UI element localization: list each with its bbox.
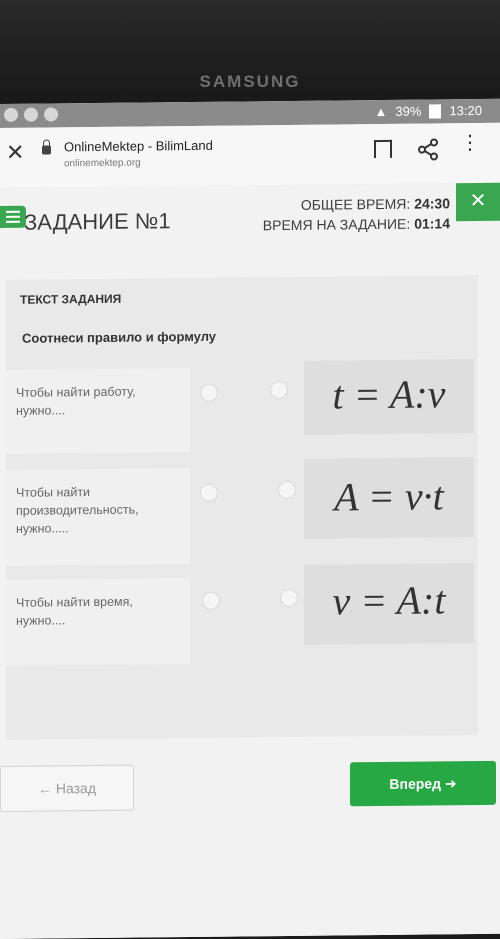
next-button-label: Вперед: [389, 775, 441, 792]
task-card: ТЕКСТ ЗАДАНИЯ Соотнеси правило и формулу…: [6, 274, 478, 740]
total-time-label: ОБЩЕЕ ВРЕМЯ:: [300, 195, 411, 213]
site-title: OnlineMektep - BilimLand: [64, 137, 213, 155]
task-title: ЗАДАНИЕ №1: [24, 208, 171, 235]
task-question: Соотнеси правило и формулу: [22, 328, 217, 346]
total-time-value: 24:30: [414, 195, 450, 212]
device-brand: SAMSUNG: [199, 72, 301, 91]
notification-icon: [4, 107, 18, 122]
formula-card[interactable]: t = A:v: [304, 359, 474, 435]
task-time-label: ВРЕМЯ НА ЗАДАНИЕ:: [262, 215, 411, 234]
battery-icon: [429, 103, 442, 119]
signal-icon: ▲: [374, 103, 388, 120]
close-task-button[interactable]: ✕: [456, 182, 500, 222]
next-button[interactable]: Вперед ➜: [350, 760, 496, 807]
share-icon[interactable]: [416, 137, 440, 161]
back-button-label: Назад: [55, 779, 96, 797]
left-radio[interactable]: [202, 591, 220, 610]
lock-icon: [42, 145, 51, 155]
battery-percent: 39%: [395, 103, 422, 119]
back-button[interactable]: ← Назад: [0, 764, 134, 812]
timer: ОБЩЕЕ ВРЕМЯ: 24:30 ВРЕМЯ НА ЗАДАНИЕ: 01:…: [263, 193, 450, 235]
phone-screen: ▲ 39% 13:20 ✕ OnlineMektep - BilimLand o…: [0, 98, 500, 939]
device-bezel: SAMSUNG: [0, 0, 500, 110]
more-menu-icon[interactable]: ⋮: [460, 132, 480, 154]
clock: 13:20: [449, 102, 482, 119]
close-tab-icon[interactable]: ✕: [6, 140, 24, 166]
right-radio[interactable]: [278, 480, 296, 500]
match-left-item[interactable]: Чтобы найти производительность, нужно...…: [6, 468, 190, 566]
formula-card[interactable]: v = A:t: [304, 563, 474, 645]
warning-icon: [44, 107, 58, 122]
arrow-right-icon: ➜: [444, 775, 457, 792]
status-icons-left: [4, 107, 58, 122]
left-radio[interactable]: [200, 383, 218, 402]
site-url: onlinemektep.org: [64, 157, 141, 170]
menu-icon[interactable]: [0, 205, 26, 228]
task-time-value: 01:14: [414, 215, 450, 232]
right-radio[interactable]: [270, 380, 288, 400]
youtube-icon: [24, 107, 38, 122]
match-left-item[interactable]: Чтобы найти время, нужно....: [6, 578, 190, 666]
match-left-item[interactable]: Чтобы найти работу, нужно....: [6, 368, 190, 454]
status-icons-right: ▲ 39% 13:20: [375, 103, 482, 119]
task-page: ЗАДАНИЕ №1 ОБЩЕЕ ВРЕМЯ: 24:30 ВРЕМЯ НА З…: [0, 182, 500, 939]
left-radio[interactable]: [200, 483, 218, 502]
right-radio[interactable]: [280, 588, 298, 608]
browser-toolbar: ✕ OnlineMektep - BilimLand onlinemektep.…: [0, 122, 500, 189]
formula-card[interactable]: A = v·t: [304, 457, 474, 539]
arrow-left-icon: ←: [37, 780, 52, 797]
task-text-label: ТЕКСТ ЗАДАНИЯ: [20, 291, 122, 307]
bookmark-icon[interactable]: [374, 139, 392, 159]
